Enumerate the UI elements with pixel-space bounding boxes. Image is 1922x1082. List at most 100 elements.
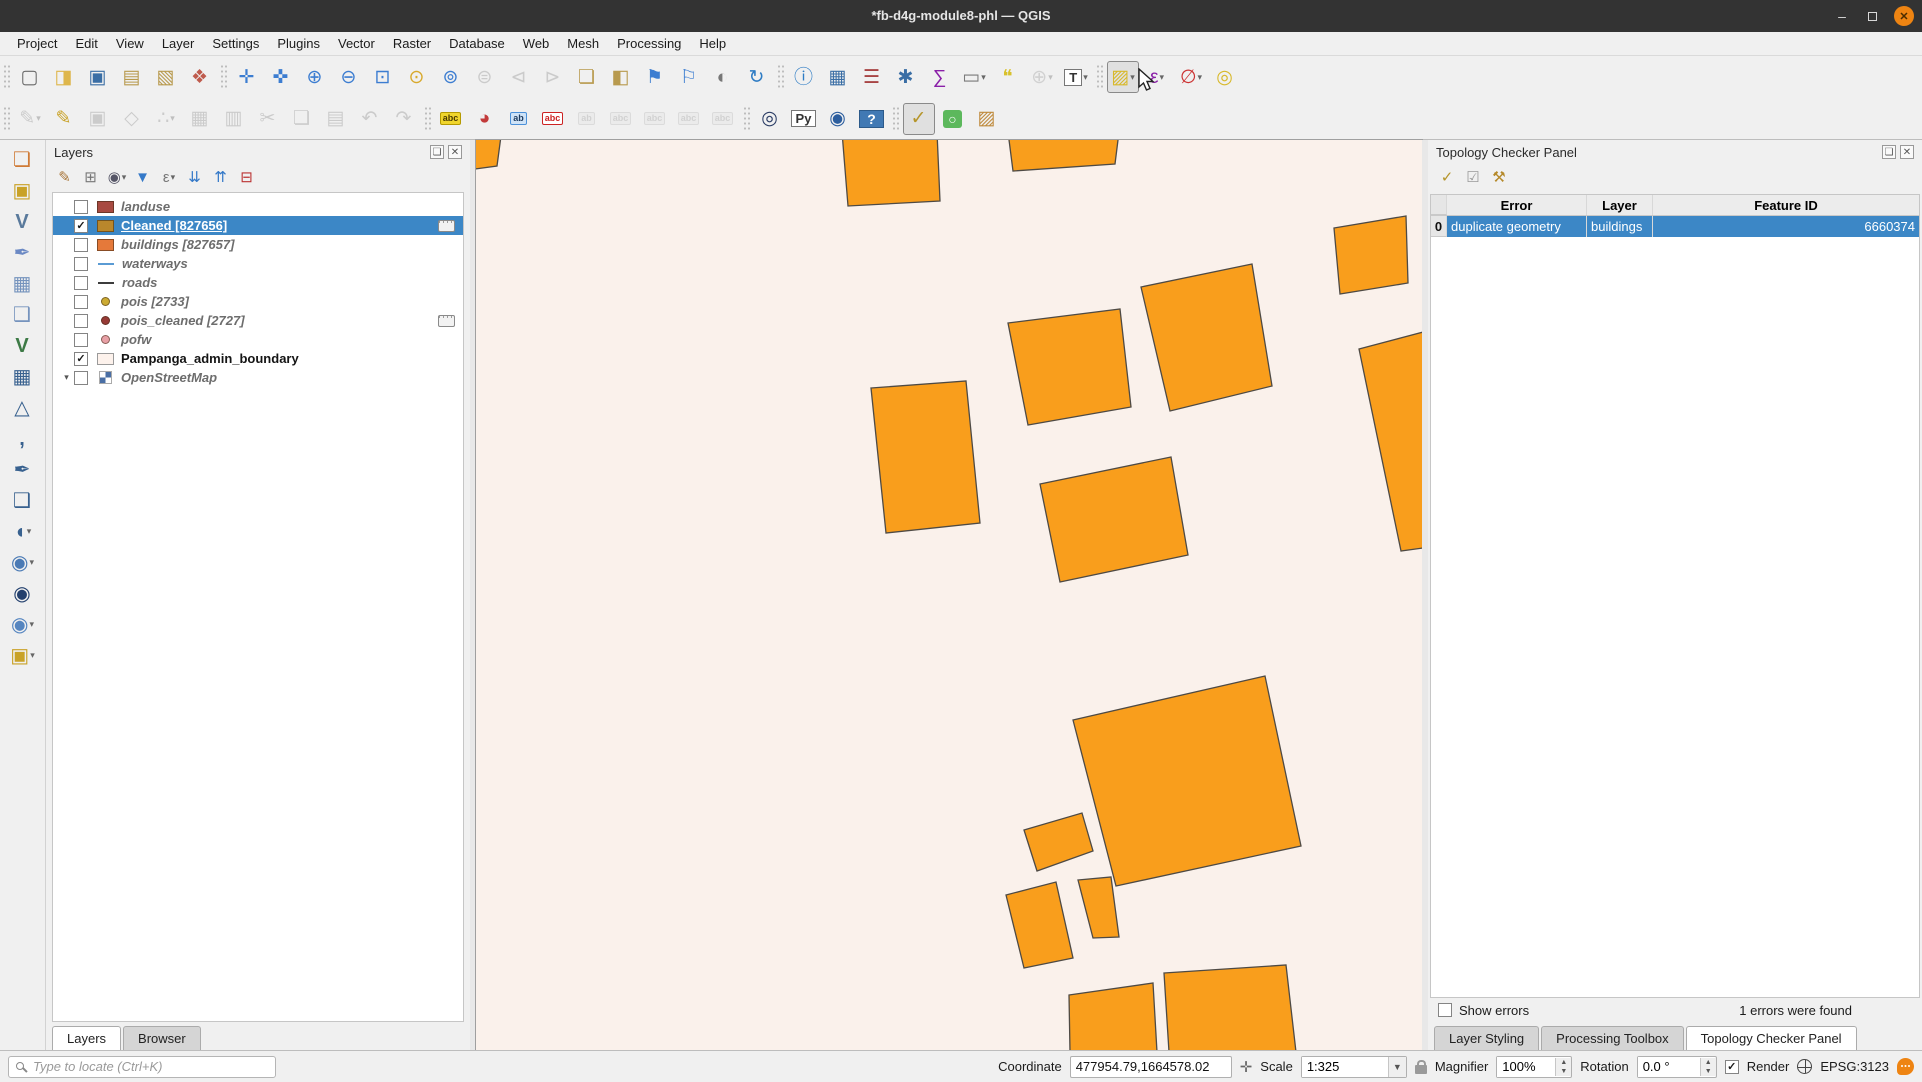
move-label-button[interactable]: abc xyxy=(639,103,671,135)
osm-tools-button[interactable]: ▨ xyxy=(971,103,1003,135)
save-project-button[interactable]: ▣ xyxy=(82,61,114,93)
float-panel-icon[interactable]: ❏ xyxy=(1882,145,1896,159)
add-web-layer-button[interactable]: ▣ ▾ xyxy=(6,640,40,671)
spin-up-icon[interactable]: ▲ xyxy=(1700,1057,1716,1067)
highlight-labels-button[interactable]: abc xyxy=(537,103,569,135)
vertex-tool-button[interactable]: ∴ ▾ xyxy=(150,103,182,135)
filter-legend-button[interactable]: ▼ xyxy=(131,165,155,189)
toolbar-handle[interactable] xyxy=(3,64,10,90)
statistics-button[interactable]: ∑ xyxy=(924,61,956,93)
expand-all-button[interactable]: ⇊ xyxy=(183,165,207,189)
options-gear-button[interactable]: ✱ xyxy=(890,61,922,93)
feature-id-cell[interactable]: 6660374 xyxy=(1653,216,1919,237)
validate-extent-button[interactable]: ☑ xyxy=(1461,165,1485,189)
metasearch-button[interactable]: ◎ xyxy=(754,103,786,135)
zoom-native-button[interactable]: ⊜ xyxy=(469,61,501,93)
layer-visibility-checkbox[interactable] xyxy=(74,313,88,328)
locate-input[interactable] xyxy=(8,1055,276,1078)
layer-item[interactable]: Cleaned [827656] xyxy=(53,216,463,235)
layer-item[interactable]: ▾ OpenStreetMap xyxy=(53,368,463,387)
table-row[interactable]: 0 duplicate geometry buildings 6660374 xyxy=(1431,216,1919,237)
new-virtual-layer-button[interactable]: ❑ xyxy=(6,299,40,330)
field-calculator-button[interactable]: ☰ xyxy=(856,61,888,93)
add-postgis-layer-button[interactable]: ◖ ▾ xyxy=(6,516,40,547)
memory-layer-indicator-icon[interactable] xyxy=(438,314,455,327)
menu-item[interactable]: View xyxy=(107,32,153,56)
menu-item[interactable]: Settings xyxy=(203,32,268,56)
remove-layer-button[interactable]: ⊟ xyxy=(235,165,259,189)
close-panel-icon[interactable]: ✕ xyxy=(1900,145,1914,159)
select-by-location-button[interactable]: ◎ xyxy=(1209,61,1241,93)
open-project-button[interactable]: ◨ xyxy=(48,61,80,93)
feature-id-column-header[interactable]: Feature ID xyxy=(1653,195,1919,215)
toolbar-handle[interactable] xyxy=(777,64,784,90)
maximize-button[interactable] xyxy=(1862,6,1882,26)
pin-unpin-labels-button[interactable]: ab xyxy=(571,103,603,135)
python-console-button[interactable]: Py xyxy=(788,103,820,135)
change-label-button[interactable]: abc xyxy=(707,103,739,135)
layer-item[interactable]: pois [2733] xyxy=(53,292,463,311)
modify-attributes-button[interactable]: ▦ xyxy=(184,103,216,135)
layer-item[interactable]: buildings [827657] xyxy=(53,235,463,254)
layer-diagram-button[interactable]: ◕ xyxy=(469,103,501,135)
new-print-layout-button[interactable]: ▤ xyxy=(116,61,148,93)
identify-features-button[interactable]: ⓘ xyxy=(788,61,820,93)
crs-globe-icon[interactable] xyxy=(1797,1059,1813,1074)
spin-down-icon[interactable]: ▼ xyxy=(1556,1066,1572,1076)
add-polygon-feature-button[interactable]: ◇ xyxy=(116,103,148,135)
configure-button[interactable]: ⚒ xyxy=(1487,165,1511,189)
layer-visibility-checkbox[interactable] xyxy=(74,275,88,290)
zoom-to-layer-button[interactable]: ⊚ xyxy=(435,61,467,93)
close-button[interactable]: ✕ xyxy=(1894,6,1914,26)
messages-icon[interactable] xyxy=(1897,1058,1914,1075)
pin-labels-button[interactable]: ab xyxy=(503,103,535,135)
geosearch-plugin-button[interactable]: ○ xyxy=(937,103,969,135)
dock-tab[interactable]: Processing Toolbox xyxy=(1541,1026,1684,1050)
layer-item[interactable]: pois_cleaned [2727] xyxy=(53,311,463,330)
layer-visibility-checkbox[interactable] xyxy=(74,199,88,214)
add-vector-layer-button[interactable]: V xyxy=(6,330,40,361)
extents-toggle-icon[interactable]: ✛ xyxy=(1240,1058,1253,1076)
add-wfs-layer-button[interactable]: ◉ ▾ xyxy=(6,609,40,640)
error-cell[interactable]: duplicate geometry xyxy=(1447,216,1587,237)
help-contents-button[interactable]: ? xyxy=(856,103,888,135)
layer-item[interactable]: Pampanga_admin_boundary xyxy=(53,349,463,368)
layer-labeling-button[interactable]: abc xyxy=(435,103,467,135)
layer-visibility-checkbox[interactable] xyxy=(74,218,88,233)
spin-down-icon[interactable]: ▼ xyxy=(1700,1066,1716,1076)
float-panel-icon[interactable]: ❏ xyxy=(430,145,444,159)
chevron-down-icon[interactable]: ▼ xyxy=(1387,1056,1406,1077)
add-wms-layer-button[interactable]: ◉ ▾ xyxy=(6,547,40,578)
layer-item[interactable]: landuse xyxy=(53,197,463,216)
map-canvas[interactable] xyxy=(475,139,1423,1051)
dock-tab[interactable]: Layer Styling xyxy=(1434,1026,1540,1050)
validate-all-button[interactable]: ✓ xyxy=(1435,165,1459,189)
rotate-label-button[interactable]: abc xyxy=(673,103,705,135)
menu-item[interactable]: Database xyxy=(440,32,514,56)
paste-features-button[interactable]: ▤ xyxy=(320,103,352,135)
save-layer-edits-button[interactable]: ▣ xyxy=(82,103,114,135)
new-spatial-bookmark-button[interactable]: ⚑ xyxy=(639,61,671,93)
select-by-expression-button[interactable]: ε ▾ xyxy=(1141,61,1173,93)
menu-item[interactable]: Edit xyxy=(66,32,106,56)
add-spatialite-layer-button[interactable]: ✒ xyxy=(6,454,40,485)
layer-item[interactable]: pofw xyxy=(53,330,463,349)
memory-layer-indicator-icon[interactable] xyxy=(438,219,455,232)
temporal-controller-button[interactable]: ◐ xyxy=(707,61,739,93)
layer-visibility-checkbox[interactable] xyxy=(74,237,88,252)
dock-tab[interactable]: Layers xyxy=(52,1026,122,1050)
new-shapefile-layer-button[interactable]: V xyxy=(6,206,40,237)
layer-column-header[interactable]: Layer xyxy=(1587,195,1653,215)
undo-button[interactable]: ↶ xyxy=(354,103,386,135)
zoom-next-button[interactable]: ⊳ xyxy=(537,61,569,93)
show-spatial-bookmarks-button[interactable]: ⚐ xyxy=(673,61,705,93)
spin-arrows[interactable]: ▲ ▼ xyxy=(1699,1057,1716,1076)
layer-visibility-checkbox[interactable] xyxy=(74,294,88,309)
zoom-full-button[interactable]: ⊡ xyxy=(367,61,399,93)
toggle-editing-button[interactable]: ✎ xyxy=(48,103,80,135)
menu-item[interactable]: Raster xyxy=(384,32,440,56)
layer-cell[interactable]: buildings xyxy=(1587,216,1653,237)
map-tips-button[interactable]: ❝ xyxy=(992,61,1024,93)
close-panel-icon[interactable]: ✕ xyxy=(448,145,462,159)
layer-visibility-checkbox[interactable] xyxy=(74,256,88,271)
